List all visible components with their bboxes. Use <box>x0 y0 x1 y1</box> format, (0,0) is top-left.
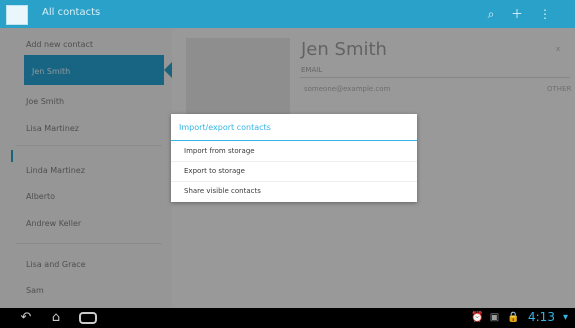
option-divider <box>171 181 417 182</box>
home-icon[interactable]: ⌂ <box>46 311 66 325</box>
search-icon[interactable]: ⌕ <box>484 7 498 21</box>
status-clock: 4:13 <box>528 310 555 324</box>
wifi-icon: ▾ <box>563 312 569 323</box>
back-icon[interactable]: ↶ <box>16 311 36 325</box>
overflow-menu-icon[interactable]: ⋮ <box>538 7 552 21</box>
recents-icon[interactable] <box>79 312 97 324</box>
import-from-storage-option[interactable]: Import from storage <box>184 147 255 155</box>
contacts-app-icon[interactable] <box>6 5 28 25</box>
add-contact-icon[interactable]: ＋ <box>510 7 524 21</box>
app-title[interactable]: All contacts <box>42 7 100 18</box>
share-visible-contacts-option[interactable]: Share visible contacts <box>184 187 261 195</box>
export-to-storage-option[interactable]: Export to storage <box>184 167 245 175</box>
import-export-dialog: Import/export contacts Import from stora… <box>171 114 417 202</box>
dialog-title: Import/export contacts <box>179 123 271 132</box>
lock-icon: 🔒 <box>507 312 520 323</box>
screenshot-icon: ▣ <box>489 312 500 323</box>
option-divider <box>171 161 417 162</box>
dialog-title-divider <box>171 140 417 141</box>
alarm-icon: ⏰ <box>471 312 484 323</box>
